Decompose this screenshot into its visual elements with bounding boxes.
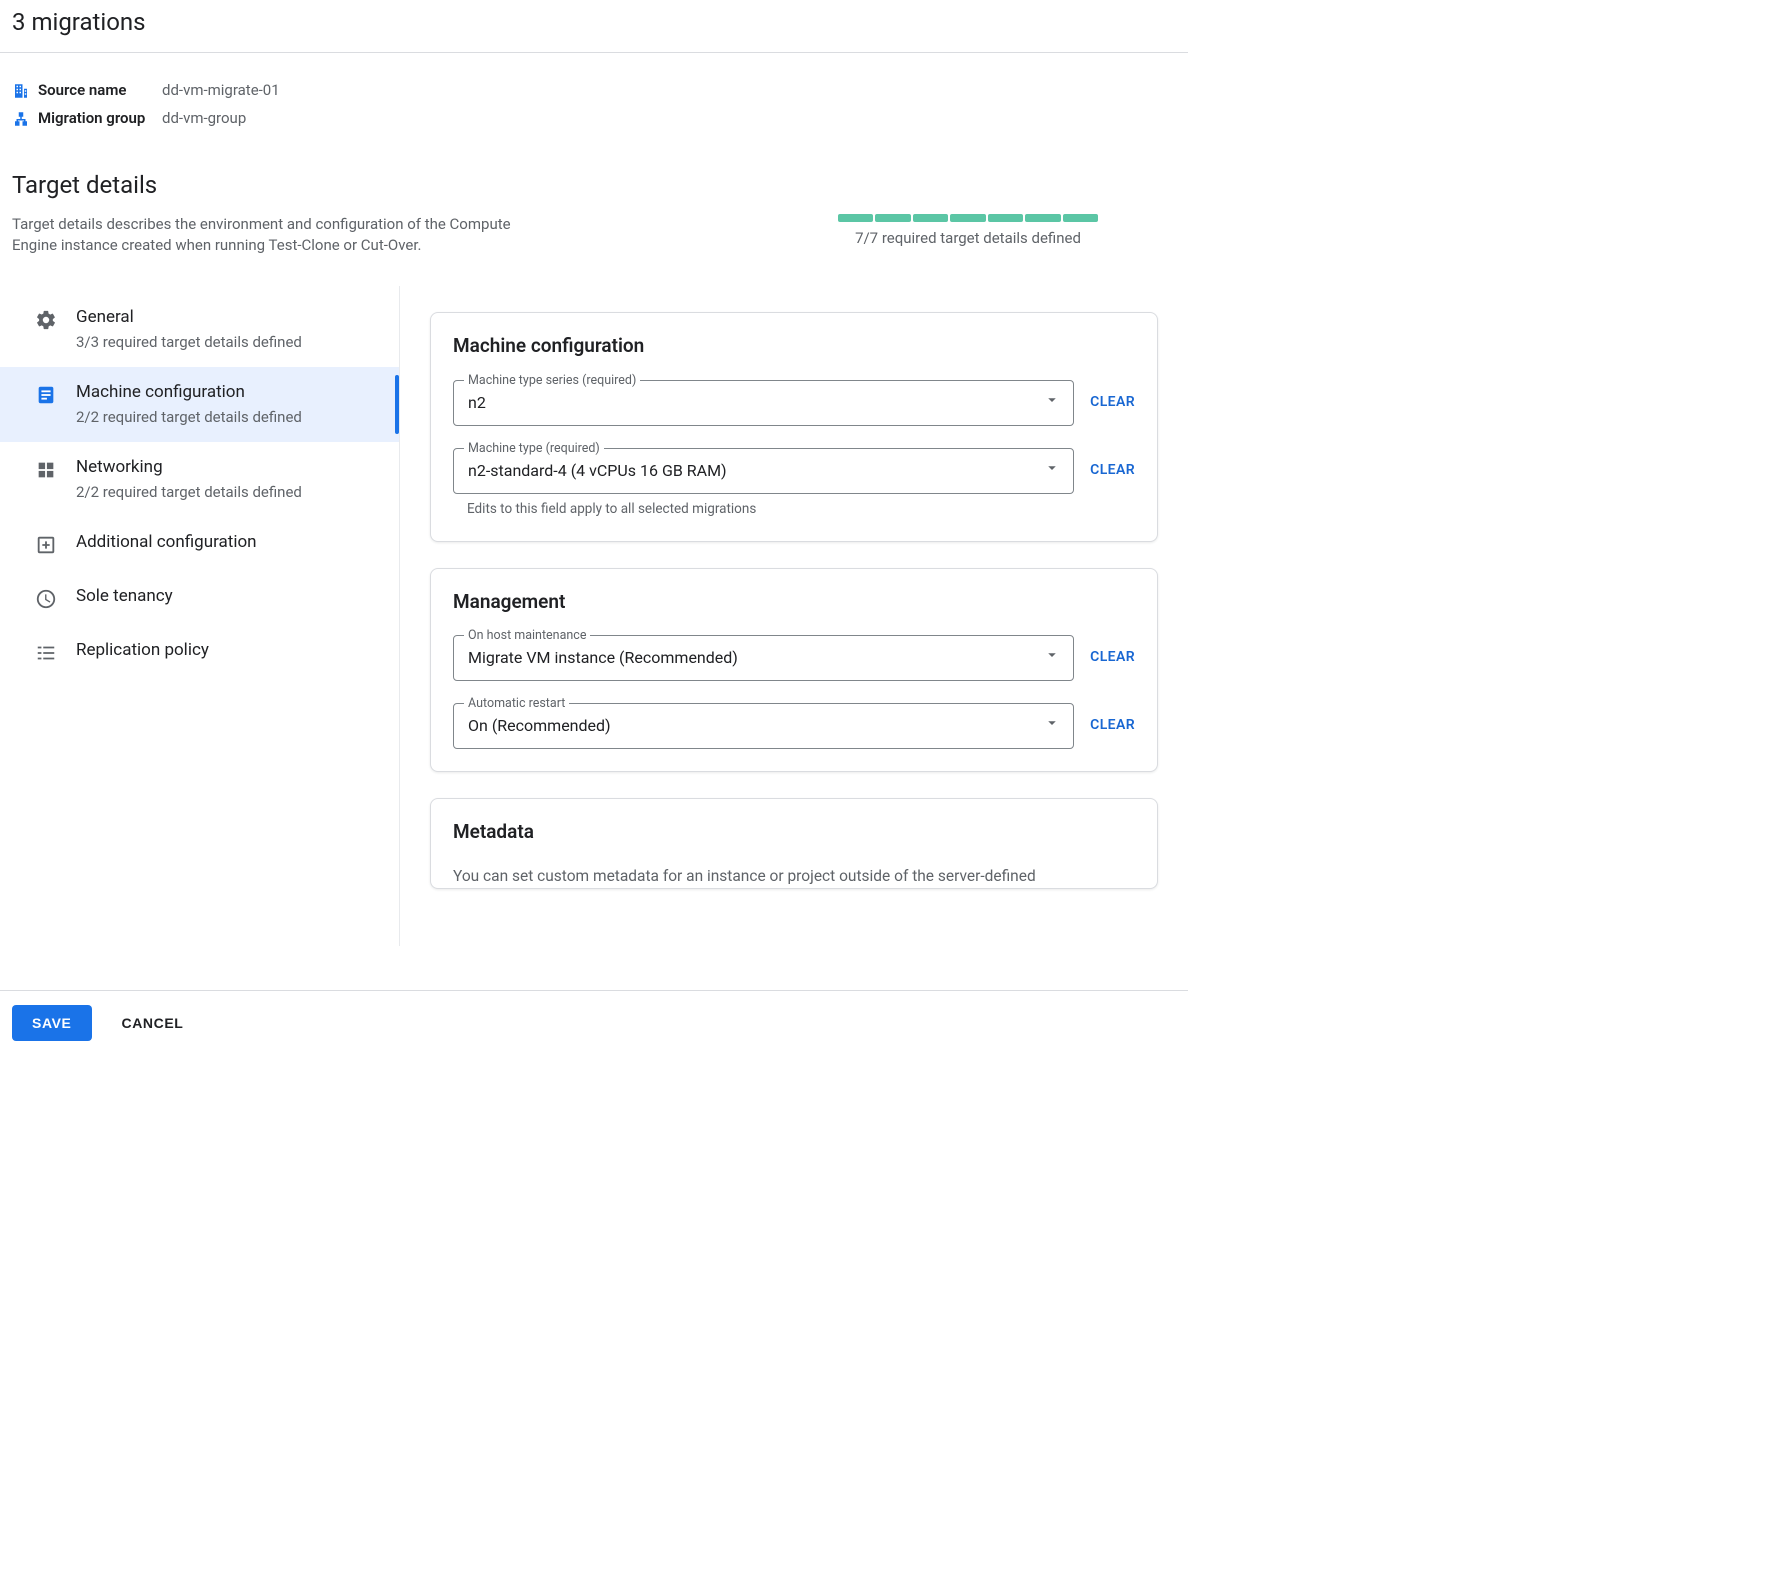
sidebar-item-label: Additional configuration <box>76 531 257 555</box>
source-name-label: Source name <box>38 80 126 101</box>
sidebar-item-networking[interactable]: Networking 2/2 required target details d… <box>0 442 399 517</box>
field-legend: Automatic restart <box>464 695 569 713</box>
content-panel: Machine configuration Machine type serie… <box>400 286 1188 946</box>
gear-icon <box>34 308 58 332</box>
migration-group-value: dd-vm-group <box>162 108 246 129</box>
target-details-heading: Target details <box>12 169 1188 203</box>
sidebar-item-label: Networking <box>76 456 302 480</box>
page-title: 3 migrations <box>12 6 1188 40</box>
automatic-restart-select[interactable]: Automatic restart On (Recommended) <box>453 703 1074 749</box>
field-legend: Machine type series (required) <box>464 372 640 390</box>
field-value: Migrate VM instance (Recommended) <box>468 647 738 669</box>
card-heading: Management <box>453 589 1135 616</box>
sidebar-item-sub: 3/3 required target details defined <box>76 332 302 353</box>
machine-type-select[interactable]: Machine type (required) n2-standard-4 (4… <box>453 448 1074 494</box>
clear-button[interactable]: CLEAR <box>1090 461 1135 481</box>
dropdown-caret-icon <box>1043 646 1061 670</box>
sidebar-item-label: Replication policy <box>76 639 209 663</box>
on-host-maintenance-select[interactable]: On host maintenance Migrate VM instance … <box>453 635 1074 681</box>
management-card: Management On host maintenance Migrate V… <box>430 568 1158 773</box>
machine-configuration-card: Machine configuration Machine type serie… <box>430 312 1158 541</box>
footer-bar: SAVE CANCEL <box>0 990 1188 1054</box>
cancel-button[interactable]: CANCEL <box>116 1014 190 1032</box>
building-icon <box>12 82 30 100</box>
clear-button[interactable]: CLEAR <box>1090 648 1135 668</box>
field-help-text: Edits to this field apply to all selecte… <box>467 500 1135 519</box>
field-legend: Machine type (required) <box>464 440 604 458</box>
document-icon <box>34 383 58 407</box>
field-value: n2 <box>468 392 486 414</box>
sidebar-item-sole-tenancy[interactable]: Sole tenancy <box>0 571 399 625</box>
metadata-text: You can set custom metadata for an insta… <box>453 866 1135 888</box>
card-heading: Machine configuration <box>453 333 1135 360</box>
sidebar-item-machine-configuration[interactable]: Machine configuration 2/2 required targe… <box>0 367 399 442</box>
sidebar-item-sub: 2/2 required target details defined <box>76 482 302 503</box>
dropdown-caret-icon <box>1043 459 1061 483</box>
dropdown-caret-icon <box>1043 714 1061 738</box>
add-box-icon <box>34 533 58 557</box>
source-name-row: Source name dd-vm-migrate-01 <box>12 77 1188 105</box>
card-heading: Metadata <box>453 819 1135 846</box>
clock-icon <box>34 587 58 611</box>
field-legend: On host maintenance <box>464 627 590 645</box>
metadata-card: Metadata You can set custom metadata for… <box>430 798 1158 888</box>
sidebar-item-sub: 2/2 required target details defined <box>76 407 302 428</box>
migration-meta: Source name dd-vm-migrate-01 Migration g… <box>0 53 1188 133</box>
sidebar-item-label: Machine configuration <box>76 381 302 405</box>
progress-indicator: 7/7 required target details defined <box>838 214 1098 249</box>
sidebar: General 3/3 required target details defi… <box>0 286 400 946</box>
clear-button[interactable]: CLEAR <box>1090 716 1135 736</box>
group-icon <box>12 110 30 128</box>
sidebar-item-label: General <box>76 306 302 330</box>
target-details-description: Target details describes the environment… <box>12 214 532 256</box>
grid-icon <box>34 458 58 482</box>
field-value: n2-standard-4 (4 vCPUs 16 GB RAM) <box>468 460 727 482</box>
source-name-value: dd-vm-migrate-01 <box>162 80 280 101</box>
migration-group-label: Migration group <box>38 108 145 129</box>
dropdown-caret-icon <box>1043 391 1061 415</box>
save-button[interactable]: SAVE <box>12 1005 92 1041</box>
migration-group-row: Migration group dd-vm-group <box>12 105 1188 133</box>
machine-type-series-select[interactable]: Machine type series (required) n2 <box>453 380 1074 426</box>
policy-icon <box>34 641 58 665</box>
sidebar-item-additional-configuration[interactable]: Additional configuration <box>0 517 399 571</box>
field-value: On (Recommended) <box>468 715 611 737</box>
sidebar-item-label: Sole tenancy <box>76 585 173 609</box>
sidebar-item-replication-policy[interactable]: Replication policy <box>0 625 399 679</box>
sidebar-item-general[interactable]: General 3/3 required target details defi… <box>0 292 399 367</box>
clear-button[interactable]: CLEAR <box>1090 393 1135 413</box>
progress-label: 7/7 required target details defined <box>838 228 1098 249</box>
